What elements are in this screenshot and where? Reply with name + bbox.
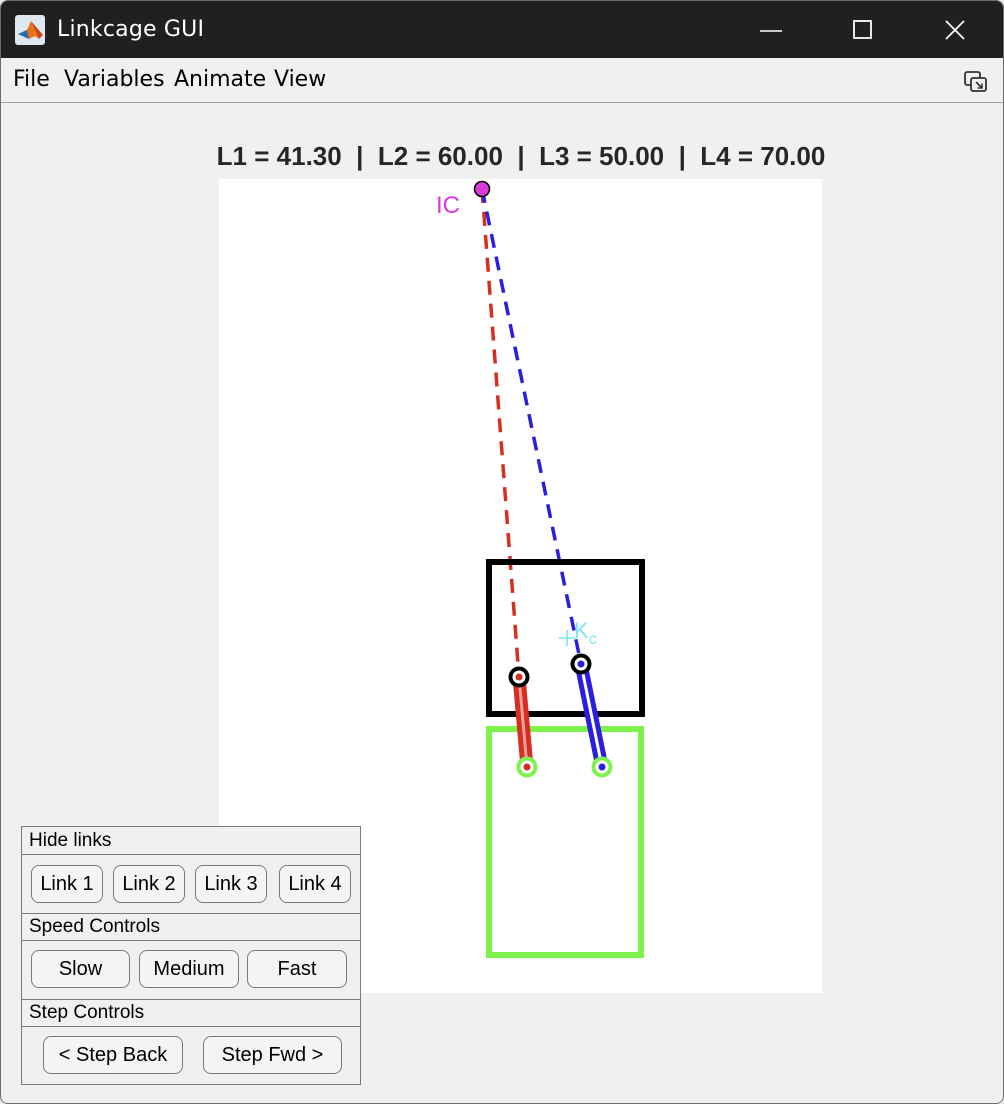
step-controls-section: < Step Back Step Fwd > [22,1028,360,1084]
link-lengths-title: L1 = 41.30 | L2 = 60.00 | L3 = 50.00 | L… [216,141,826,171]
ground-link [486,726,644,958]
link-1-button[interactable]: Link 1 [31,865,103,903]
maximize-icon [853,19,872,39]
medium-button[interactable]: Medium [139,950,239,988]
menu-bar: File Variables Animate View [1,58,1003,103]
undock-icon[interactable] [963,70,989,94]
figure-area: L1 = 41.30 | L2 = 60.00 | L3 = 50.00 | L… [1,103,1003,1103]
link-2-button[interactable]: Link 2 [113,865,185,903]
menu-animate[interactable]: Animate [174,67,266,92]
link-3-button[interactable]: Link 3 [195,865,267,903]
hide-links-title: Hide links [22,827,360,855]
step-back-button[interactable]: < Step Back [43,1036,183,1074]
menu-file[interactable]: File [13,67,50,92]
minimize-icon [760,29,782,32]
maximize-button[interactable] [817,1,909,58]
link-red [512,670,534,774]
speed-controls-title: Speed Controls [22,913,360,941]
ground-joint-right [591,756,613,778]
close-icon [945,19,965,40]
speed-controls-section: Slow Medium Fast [22,942,360,1000]
close-button[interactable] [909,1,1001,58]
ic-point [473,180,491,198]
step-fwd-button[interactable]: Step Fwd > [203,1036,342,1074]
slow-button[interactable]: Slow [31,950,130,988]
coupler-joint-right [570,653,592,675]
window-title: Linkcage GUI [57,17,205,42]
app-window: Linkcage GUI File Variables Animate View [0,0,1004,1104]
menu-variables[interactable]: Variables [64,67,165,92]
hide-links-section: Link 1 Link 2 Link 3 Link 4 [22,856,360,914]
ground-joint-left [516,756,538,778]
matlab-icon [15,15,45,45]
kc-marker [559,630,575,646]
fast-button[interactable]: Fast [247,950,347,988]
step-controls-title: Step Controls [22,999,360,1027]
minimize-button[interactable] [725,1,817,58]
link-4-button[interactable]: Link 4 [279,865,351,903]
menu-view[interactable]: View [274,67,326,92]
ic-line-blue [480,188,583,665]
coupler-joint-left [508,666,530,688]
title-bar[interactable]: Linkcage GUI [1,1,1003,58]
control-panel: Hide links Link 1 Link 2 Link 3 Link 4 S… [21,826,361,1085]
ic-label: IC [436,192,460,219]
